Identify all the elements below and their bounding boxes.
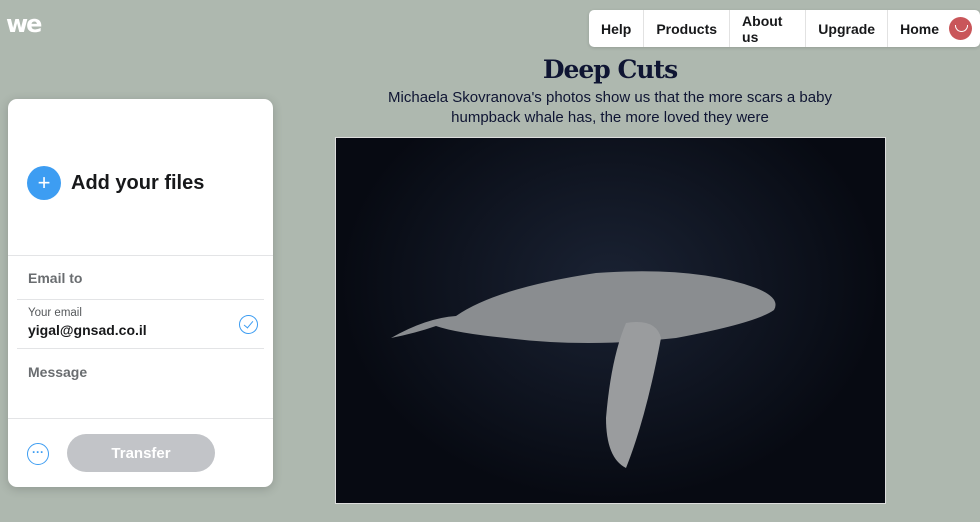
divider [17, 348, 264, 349]
article-subtitle: Michaela Skovranova's photos show us tha… [388, 89, 832, 126]
nav-about-us[interactable]: About us [730, 10, 807, 47]
whale-illustration [391, 271, 776, 468]
check-icon [239, 315, 258, 334]
nav-home-label: Home [900, 20, 939, 37]
your-email-field[interactable]: yigal@gnsad.co.il [28, 322, 147, 338]
email-to-field[interactable]: Email to [28, 270, 82, 286]
more-options-icon[interactable]: ··· [27, 443, 49, 465]
nav-products[interactable]: Products [644, 10, 731, 47]
add-files-label: Add your files [71, 171, 205, 194]
message-field[interactable]: Message [28, 364, 87, 380]
divider [8, 255, 273, 256]
avatar[interactable] [949, 17, 972, 40]
your-email-label: Your email [28, 307, 82, 319]
nav-upgrade[interactable]: Upgrade [806, 10, 889, 47]
wetransfer-logo[interactable]: we [6, 10, 42, 38]
whale-photo[interactable] [335, 137, 886, 504]
upload-panel: + Add your files Email to Your email yig… [8, 99, 273, 487]
plus-icon: + [27, 166, 61, 200]
top-nav: Help Products About us Upgrade Home [589, 10, 980, 47]
nav-help[interactable]: Help [589, 10, 645, 47]
add-files-button[interactable]: + Add your files [27, 166, 204, 200]
article-title: Deep Cuts [542, 55, 678, 84]
divider [8, 418, 273, 419]
divider [17, 299, 264, 300]
nav-home[interactable]: Home [888, 10, 980, 47]
transfer-button[interactable]: Transfer [67, 434, 215, 472]
